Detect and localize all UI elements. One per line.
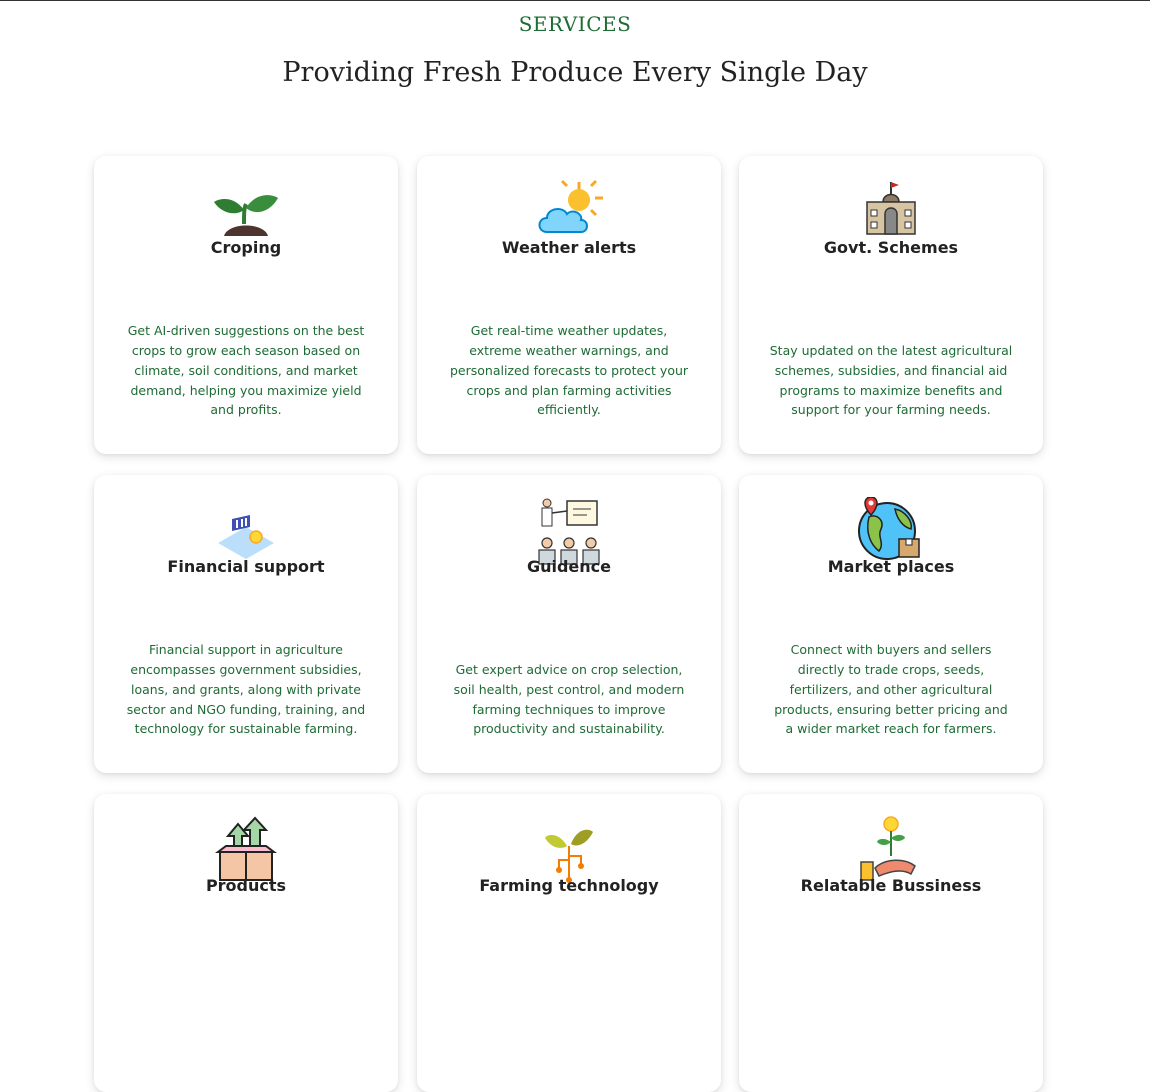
service-card-products[interactable]: Products <box>94 794 398 1092</box>
service-card-relatable-bussiness[interactable]: Relatable Bussiness <box>739 794 1043 1092</box>
card-title: Croping <box>210 238 282 257</box>
card-title: Farming technology <box>479 876 659 895</box>
service-card-weather-alerts[interactable]: Weather alerts Get real-time weather upd… <box>417 156 721 454</box>
card-description: Financial support in agriculture encompa… <box>126 642 366 737</box>
card-description: Get expert advice on crop selection, soi… <box>453 662 685 737</box>
service-card-govt-schemes[interactable]: Govt. Schemes Stay updated on the latest… <box>739 156 1043 454</box>
card-title: Govt. Schemes <box>823 238 959 257</box>
service-card-guidence[interactable]: Guidence Get expert advice on crop selec… <box>417 475 721 773</box>
card-title: Relatable Bussiness <box>800 876 982 895</box>
card-title: Guidence <box>526 557 612 576</box>
section-kicker: SERVICES <box>518 12 632 36</box>
card-title: Weather alerts <box>501 238 637 257</box>
card-title: Financial support <box>167 557 325 576</box>
section-heading: Providing Fresh Produce Every Single Day <box>282 57 868 88</box>
card-description: Connect with buyers and sellers directly… <box>774 642 1008 737</box>
service-card-farming-technology[interactable]: Farming technology <box>417 794 721 1092</box>
card-title: Products <box>205 876 287 895</box>
card-description: Get real-time weather updates, extreme w… <box>449 323 689 418</box>
service-card-croping[interactable]: Croping Get AI-driven suggestions on the… <box>94 156 398 454</box>
card-title: Market places <box>827 557 955 576</box>
card-description: Stay updated on the latest agricultural … <box>769 343 1013 418</box>
service-card-market-places[interactable]: Market places Connect with buyers and se… <box>739 475 1043 773</box>
service-card-financial-support[interactable]: Financial support Financial support in a… <box>94 475 398 773</box>
card-description: Get AI-driven suggestions on the best cr… <box>127 323 365 418</box>
